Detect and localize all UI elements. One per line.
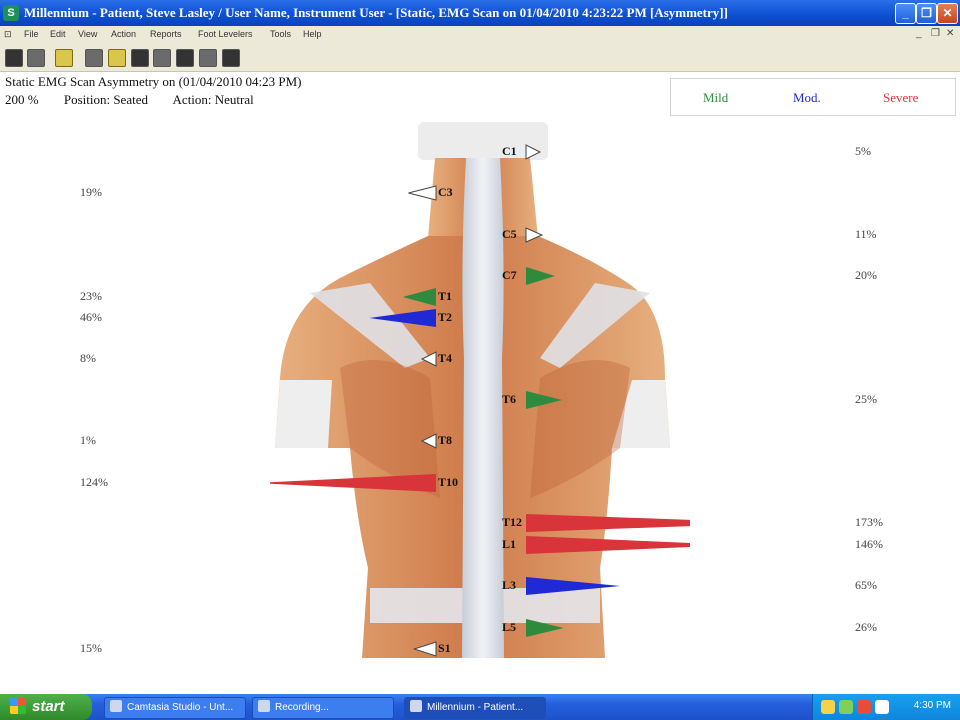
report-heading: Static EMG Scan Asymmetry on (01/04/2010… [5,74,302,89]
report-settings: 200 % Position: Seated Action: Neutral [5,92,276,108]
report-icon[interactable] [176,49,194,67]
legend-mild: Mild [703,90,729,105]
start-label: start [32,698,65,715]
task-label: Camtasia Studio - Unt... [127,702,234,713]
asymmetry-pct-t6: 25% [855,392,877,406]
camtasia-icon [110,700,122,712]
asymmetry-pct-t10: 124% [80,475,108,489]
menu-edit[interactable]: Edit [50,29,66,39]
asymmetry-pct-c1: 5% [855,144,871,158]
task-recording[interactable]: Recording... [252,697,394,719]
pencil-icon[interactable] [108,49,126,67]
window-title: Millennium - Patient, Steve Lasley / Use… [24,5,728,20]
folder-icon[interactable] [55,49,73,67]
vertebra-label-c7: C7 [502,268,517,282]
asymmetry-pct-c5: 11% [855,227,877,241]
task-millennium[interactable]: Millennium - Patient... [404,697,546,719]
menu-reports[interactable]: Reports [150,29,182,39]
close-button[interactable]: ✕ [937,3,958,24]
vertebra-label-c3: C3 [438,185,453,199]
back-anatomy-figure [270,122,690,658]
vertebra-label-l5: L5 [502,620,517,634]
legend-severe: Severe [883,90,919,105]
asymmetry-pct-t1: 23% [80,289,102,303]
asymmetry-marker-c3 [408,185,437,201]
severity-legend: Mild Mod. Severe [670,78,956,116]
vertebra-label-t2: T2 [438,310,453,324]
menu-tools[interactable]: Tools [270,29,291,39]
task-label: Millennium - Patient... [427,702,524,713]
record-icon[interactable] [27,49,45,67]
vertebra-label-l1: L1 [502,537,517,551]
spine [462,158,504,658]
asymmetry-pct-l3: 65% [855,578,877,592]
asymmetry-pct-t2: 46% [80,310,102,324]
vertebra-label-t1: T1 [438,289,453,303]
asymmetry-pct-l5: 26% [855,620,877,634]
scan-icon[interactable] [85,49,103,67]
asymmetry-marker-t12 [526,514,690,532]
network-icon[interactable] [839,700,853,714]
volume-icon[interactable] [875,700,889,714]
record-tray-icon[interactable] [857,700,871,714]
clock: 4:30 PM [913,700,951,711]
menu-file[interactable]: File [24,29,39,39]
menu-foot-levelers[interactable]: Foot Levelers [198,29,253,39]
task-label: Recording... [275,702,329,713]
minimize-button[interactable]: _ [895,3,916,24]
vertebra-label-c1: C1 [502,144,517,158]
patients-icon[interactable] [5,49,23,67]
asymmetry-pct-t12: 173% [855,515,883,529]
zoom-level: 200 % [5,92,39,107]
left-arm [275,380,332,448]
app-icon[interactable]: S [3,5,19,21]
menu-view[interactable]: View [78,29,97,39]
millennium-icon [410,700,422,712]
mdi-close-button[interactable]: ✕ [946,28,954,39]
taskbar: start Camtasia Studio - Unt... Recording… [0,694,960,720]
task-camtasia[interactable]: Camtasia Studio - Unt... [104,697,246,719]
asymmetry-pct-c3: 19% [80,185,102,199]
security-shield-icon[interactable] [821,700,835,714]
mdi-doc-icon[interactable]: ⊡ [4,29,12,40]
action-text: Action: Neutral [172,92,254,107]
asymmetry-marker-l1 [526,536,690,554]
vertebra-label-s1: S1 [438,641,451,655]
start-button[interactable]: start [0,694,92,720]
vertebra-label-c5: C5 [502,227,517,241]
mdi-restore-button[interactable]: ❐ [931,28,940,39]
vertebra-label-t12: T12 [502,515,523,529]
mdi-minimize-button[interactable]: _ [916,28,922,39]
vertebra-label-l3: L3 [502,578,517,592]
print-icon[interactable] [153,49,171,67]
asymmetry-pct-l1: 146% [855,537,883,551]
asymmetry-pct-t4: 8% [80,351,96,365]
menu-bar: ⊡ File Edit View Action Reports Foot Lev… [0,26,960,44]
asymmetry-pct-t8: 1% [80,433,96,447]
vertebra-label-t8: T8 [438,433,453,447]
asymmetry-pct-s1: 15% [80,641,102,655]
vertebra-label-t6: T6 [502,392,517,406]
windows-logo-icon [10,698,26,714]
legend-moderate: Mod. [793,90,821,105]
asymmetry-pct-c7: 20% [855,268,877,282]
recording-icon [258,700,270,712]
system-tray: 4:30 PM [812,694,960,720]
vertebra-label-t4: T4 [438,351,453,365]
export-icon[interactable] [199,49,217,67]
vertebra-label-t10: T10 [438,475,459,489]
menu-action[interactable]: Action [111,29,136,39]
door-icon[interactable] [222,49,240,67]
position-text: Position: Seated [63,92,148,107]
toolbar [0,44,960,72]
menu-help[interactable]: Help [303,29,322,39]
maximize-button[interactable]: ❐ [916,3,937,24]
title-bar: S Millennium - Patient, Steve Lasley / U… [0,0,960,26]
grid-icon[interactable] [131,49,149,67]
